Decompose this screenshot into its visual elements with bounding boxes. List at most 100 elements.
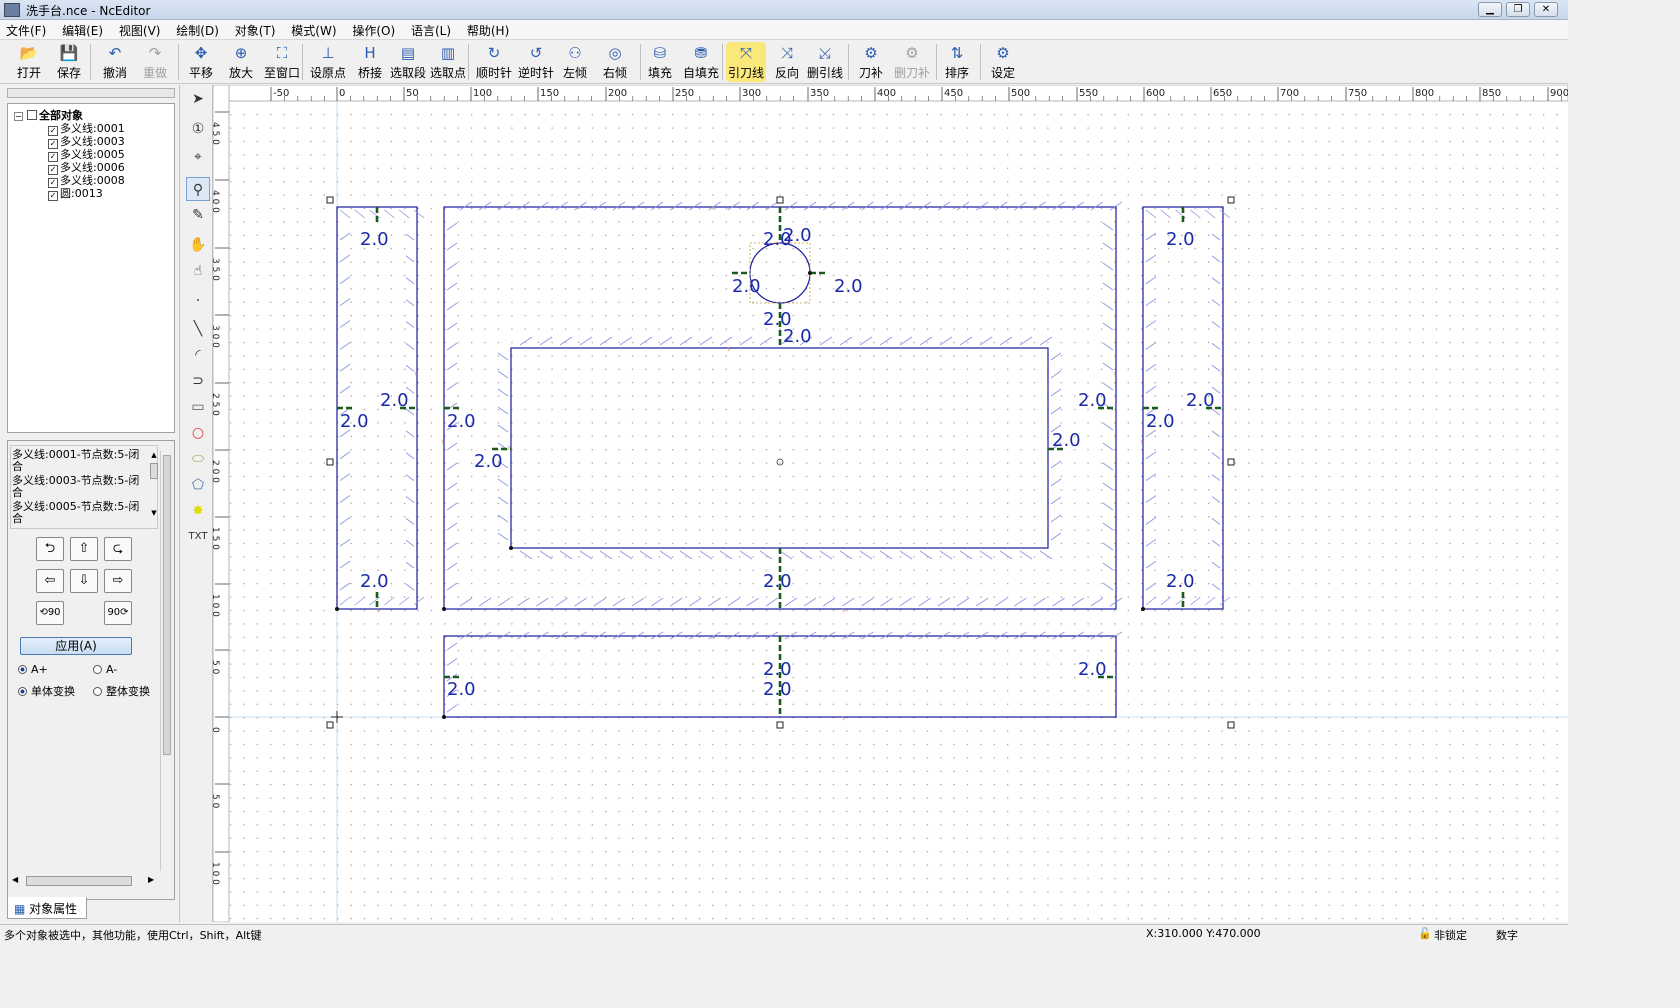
toolbar-button-9[interactable]: ▤ 选取段 — [388, 42, 428, 82]
node-edit-icon[interactable]: ⚲ — [186, 177, 210, 201]
radio-a-minus[interactable]: A- — [93, 663, 117, 676]
toolbar-label: 刀补 — [858, 66, 883, 80]
toolbar-button-22[interactable]: ⇅ 排序 — [942, 42, 972, 82]
apply-button[interactable]: 应用(A) — [20, 637, 132, 655]
text-tool-icon[interactable]: TXT — [186, 525, 210, 549]
scroll-right-icon[interactable]: ▶ — [148, 875, 154, 884]
rotate-cw-90-button[interactable]: 90⟳ — [104, 601, 132, 625]
collapse-icon[interactable]: − — [14, 112, 23, 121]
star-icon[interactable]: ✸ — [186, 499, 210, 523]
property-item[interactable]: 多义线:0003-节点数:5-闭合 — [12, 475, 150, 499]
rotate-left-up-button[interactable]: ⮌ — [36, 537, 64, 561]
checkbox-icon[interactable]: ✓ — [48, 191, 58, 201]
panel-scroll-thumb[interactable] — [163, 455, 171, 755]
menu-object[interactable]: 对象(T) — [229, 20, 282, 39]
panel-splitter[interactable] — [7, 88, 175, 98]
move-left-button[interactable]: ⇦ — [36, 569, 64, 593]
radio-single-transform[interactable]: 单体变换 — [18, 683, 75, 699]
toolbar-button-19[interactable]: ⤩ 删引线 — [806, 42, 844, 82]
ellipse-icon[interactable]: ⬭ — [186, 447, 210, 471]
tab-object-properties[interactable]: ▦ 对象属性 — [7, 897, 87, 919]
auto-fill-icon: ⛃ — [694, 44, 708, 62]
ruler-label: 150 — [540, 88, 559, 99]
radio-on-icon — [18, 665, 27, 674]
move-down-button[interactable]: ⇩ — [70, 569, 98, 593]
direction-arrow-icon: › — [1140, 437, 1144, 447]
hscroll-thumb[interactable] — [26, 876, 132, 886]
property-item[interactable]: 多义线:0005-节点数:5-闭合 — [12, 501, 150, 525]
toolbar-label: 至窗口 — [263, 66, 300, 80]
toolbar-button-20[interactable]: ⚙ 刀补 — [856, 42, 886, 82]
toolbar-button-16[interactable]: ⛃ 自填充 — [681, 42, 721, 82]
radio-off-icon — [93, 665, 102, 674]
scroll-thumb[interactable] — [150, 463, 158, 479]
move-up-button[interactable]: ⇧ — [70, 537, 98, 561]
toolbar-button-8[interactable]: H 桥接 — [352, 42, 388, 82]
toolbar-button-15[interactable]: ⛁ 填充 — [645, 42, 675, 82]
toolbar-button-11[interactable]: ↻ 顺时针 — [474, 42, 514, 82]
toolbar-button-4[interactable]: ✥ 平移 — [184, 42, 218, 82]
hand-icon[interactable]: ✋ — [186, 233, 210, 257]
node-point — [1141, 607, 1145, 611]
minimize-button[interactable]: ▁ — [1478, 2, 1502, 17]
rotate-right-up-button[interactable]: ⮎ — [104, 537, 132, 561]
menu-file[interactable]: 文件(F) — [0, 20, 52, 39]
drawing-canvas[interactable]: -50 0 50 100 150 200 250 300 350 400 450 500 550 600 6… — [213, 85, 1568, 922]
radio-a-plus[interactable]: A+ — [18, 663, 48, 676]
menu-draw[interactable]: 绘制(D) — [170, 20, 225, 39]
menu-operation[interactable]: 操作(O) — [346, 20, 401, 39]
rectangle-icon[interactable]: ▭ — [186, 395, 210, 419]
horizontal-scrollbar[interactable]: ◀ ▶ — [10, 875, 160, 887]
radio-whole-transform[interactable]: 整体变换 — [93, 683, 150, 699]
rotate-ccw-90-button[interactable]: ⟲90 — [36, 601, 64, 625]
toolbar-button-17[interactable]: ⤧ 引刀线 — [726, 42, 766, 82]
menu-view[interactable]: 视图(V) — [113, 20, 167, 39]
toolbar-button-5[interactable]: ⊕ 放大 — [224, 42, 258, 82]
menu-help[interactable]: 帮助(H) — [461, 20, 515, 39]
list-scrollbar[interactable]: ▲ ▼ — [149, 451, 159, 527]
toolbar-button-13[interactable]: ⚇ 左倾 — [558, 42, 592, 82]
property-item[interactable]: 多义线:0001-节点数:5-闭合 — [12, 449, 150, 473]
toolbar-label: 左倾 — [562, 66, 587, 80]
toolbar-button-12[interactable]: ↺ 逆时针 — [516, 42, 556, 82]
toolbar-button-2[interactable]: ↶ 撤消 — [96, 42, 134, 82]
radio-label: A+ — [31, 663, 48, 676]
menu-edit[interactable]: 编辑(E) — [56, 20, 109, 39]
point-icon[interactable]: · — [186, 289, 210, 313]
tree-item[interactable]: ✓ 圆:0013 — [48, 185, 103, 201]
toolbar-button-18[interactable]: ⤨ 反向 — [772, 42, 802, 82]
toolbar-button-0[interactable]: 📂 打开 — [12, 42, 46, 82]
polygon-icon[interactable]: ⬠ — [186, 473, 210, 497]
toolbar-button-21[interactable]: ⚙ 删刀补 — [892, 42, 932, 82]
scroll-up-icon[interactable]: ▲ — [149, 451, 159, 459]
scroll-left-icon[interactable]: ◀ — [12, 875, 18, 884]
scroll-down-icon[interactable]: ▼ — [149, 509, 159, 517]
toolbar-button-14[interactable]: ◎ 右倾 — [598, 42, 632, 82]
toolbar-button-10[interactable]: ▥ 选取点 — [428, 42, 468, 82]
menu-mode[interactable]: 模式(W) — [285, 20, 342, 39]
pen-icon[interactable]: ✎ — [186, 203, 210, 227]
toolbar-button-23[interactable]: ⚙ 设定 — [988, 42, 1018, 82]
toolbar-button-7[interactable]: ⊥ 设原点 — [308, 42, 348, 82]
restore-button[interactable]: ❐ — [1506, 2, 1530, 17]
panel-scrollbar[interactable] — [160, 451, 172, 871]
line-icon[interactable]: ╲ — [186, 317, 210, 341]
close-button[interactable]: ✕ — [1534, 2, 1558, 17]
hand-edit-icon[interactable]: ☝ — [186, 259, 210, 283]
checkbox-icon[interactable] — [27, 110, 37, 120]
menu-language[interactable]: 语言(L) — [405, 20, 457, 39]
number-one-icon[interactable]: ① — [186, 117, 210, 141]
toolbar-label: 撤消 — [102, 66, 127, 80]
toolbar-button-6[interactable]: ⛶ 至窗口 — [262, 42, 302, 82]
arrow-select-icon[interactable]: ➤ — [186, 87, 210, 111]
curve-icon[interactable]: ⊃ — [186, 369, 210, 393]
toolbar-button-3[interactable]: ↷ 重做 — [137, 42, 173, 82]
circle-icon[interactable]: ○ — [186, 421, 210, 445]
move-right-button[interactable]: ⇨ — [104, 569, 132, 593]
toolbar-button-1[interactable]: 💾 保存 — [52, 42, 86, 82]
arc-icon[interactable]: ◜ — [186, 343, 210, 367]
multi-select-icon[interactable]: ⌖ — [186, 145, 210, 169]
direction-arrow-icon: › — [1113, 369, 1117, 379]
toolbar-label: 打开 — [16, 66, 41, 80]
ruler-label: 350 — [810, 88, 829, 99]
